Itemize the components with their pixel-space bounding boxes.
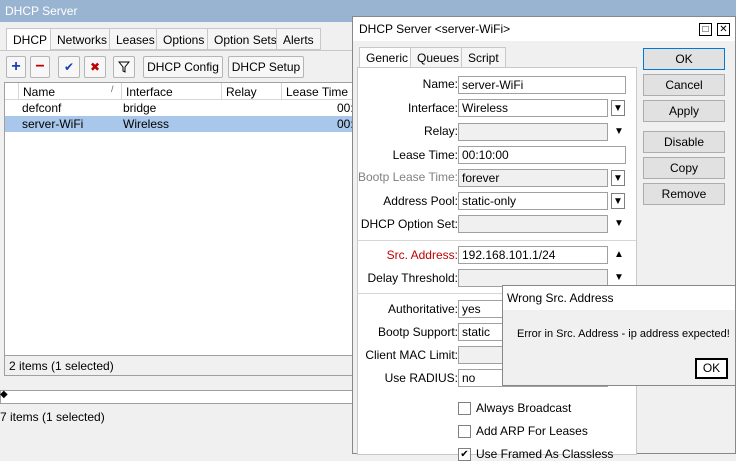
remove-button[interactable]: − (30, 56, 50, 78)
sort-indicator: / (111, 84, 114, 94)
interface-label: Interface: (407, 101, 458, 115)
bootp-lease-time-input[interactable]: forever (458, 169, 608, 187)
address-pool-label: Address Pool: (383, 194, 458, 208)
lease-time-input[interactable]: 00:10:00 (458, 146, 626, 164)
option-set-expand-icon[interactable]: ▼ (612, 216, 626, 232)
close-button[interactable]: ✕ (717, 23, 730, 36)
authoritative-label: Authoritative: (387, 302, 458, 316)
address-pool-select[interactable]: static-only (458, 192, 608, 210)
ok-button[interactable]: OK (643, 48, 725, 70)
window-title: DHCP Server <server-WiFi> (353, 17, 735, 41)
address-pool-dropdown-icon[interactable]: ▼ (611, 193, 625, 209)
bootp-lease-time-label: Bootp Lease Time: (357, 170, 458, 184)
bootp-lease-dropdown-icon[interactable]: ▼ (611, 170, 625, 186)
disable-button[interactable]: Disable (643, 131, 725, 153)
add-arp-checkbox[interactable] (458, 425, 471, 438)
delay-threshold-label: Delay Threshold: (367, 271, 459, 285)
interface-select[interactable]: Wireless (458, 99, 608, 117)
delay-threshold-expand-icon[interactable]: ▼ (612, 270, 626, 286)
interface-dropdown-icon[interactable]: ▼ (611, 100, 625, 116)
lease-time-label: Lease Time: (392, 148, 458, 162)
scroll-left-icon: ◆ (0, 389, 8, 400)
relay-input[interactable] (458, 123, 608, 141)
add-button[interactable]: + (6, 56, 26, 78)
server-edit-window: DHCP Server <server-WiFi> □ ✕ Generic Qu… (352, 16, 736, 461)
tab-queues[interactable]: Queues (410, 47, 467, 68)
column-interface[interactable]: Interface (122, 83, 222, 100)
error-dialog: Wrong Src. Address Error in Src. Address… (502, 285, 736, 386)
bootp-support-label: Bootp Support: (377, 325, 458, 339)
tab-alerts[interactable]: Alerts (276, 28, 321, 50)
remove-button[interactable]: Remove (643, 183, 725, 205)
copy-button[interactable]: Copy (643, 157, 725, 179)
generic-form: Name: server-WiFi Interface: Wireless ▼ … (357, 67, 637, 461)
separator (358, 240, 636, 241)
horizontal-scrollbar[interactable]: ◆ (0, 389, 355, 404)
relay-expand-icon[interactable]: ▼ (612, 124, 626, 140)
cross-icon: ✖ (89, 60, 101, 74)
name-label: Name: (422, 77, 458, 91)
status-bar: 2 items (1 selected) (5, 355, 357, 375)
name-input[interactable]: server-WiFi (458, 76, 626, 94)
option-set-label: DHCP Option Set: (360, 217, 458, 231)
framed-classless-label: Use Framed As Classless (476, 447, 614, 461)
relay-label: Relay: (423, 124, 458, 138)
table-row[interactable]: defconf bridge 00: (5, 100, 355, 116)
dialog-ok-button[interactable]: OK (695, 358, 728, 379)
tab-script[interactable]: Script (461, 47, 506, 68)
check-icon: ✔ (460, 449, 469, 460)
maximize-button[interactable]: □ (699, 23, 712, 36)
disable-button[interactable]: ✖ (84, 56, 106, 78)
src-address-collapse-icon[interactable]: ▲ (612, 247, 626, 263)
check-icon: ✔ (63, 60, 75, 74)
dialog-title: Wrong Src. Address (503, 286, 735, 310)
always-broadcast-checkbox[interactable] (458, 402, 471, 415)
framed-classless-checkbox[interactable]: ✔ (458, 448, 471, 461)
table-row[interactable]: server-WiFi Wireless 00: (5, 116, 355, 132)
status-bar-bottom: 7 items (1 selected) (0, 410, 105, 424)
maximize-icon: □ (702, 24, 709, 35)
src-address-input[interactable]: 192.168.101.1/24 (458, 246, 608, 264)
tab-leases[interactable]: Leases (109, 28, 162, 50)
always-broadcast-label: Always Broadcast (476, 401, 572, 415)
use-radius-label: Use RADIUS: (384, 371, 458, 385)
tab-option-sets[interactable]: Option Sets (207, 28, 284, 50)
src-address-label: Src. Address: (386, 248, 458, 262)
tab-dhcp[interactable]: DHCP (6, 28, 55, 51)
tab-generic[interactable]: Generic (359, 47, 416, 69)
dhcp-config-button[interactable]: DHCP Config (143, 56, 223, 78)
close-icon: ✕ (719, 24, 728, 35)
column-relay[interactable]: Relay (222, 83, 282, 100)
option-set-input[interactable] (458, 215, 608, 233)
column-name[interactable]: Name / (19, 83, 122, 100)
dhcp-setup-button[interactable]: DHCP Setup (228, 56, 304, 78)
column-spacer (5, 83, 19, 100)
client-mac-limit-label: Client MAC Limit: (365, 348, 458, 362)
plus-icon: + (11, 58, 21, 75)
filter-button[interactable] (113, 56, 135, 78)
tabs-divider (0, 50, 360, 51)
server-list: Name / Interface Relay Lease Time defconf… (4, 82, 357, 376)
error-message: Error in Src. Address - ip address expec… (517, 328, 730, 340)
tab-networks[interactable]: Networks (50, 28, 115, 50)
apply-button[interactable]: Apply (643, 100, 725, 122)
add-arp-label: Add ARP For Leases (476, 424, 588, 438)
tab-options[interactable]: Options (156, 28, 212, 50)
enable-button[interactable]: ✔ (58, 56, 80, 78)
minus-icon: − (35, 58, 45, 75)
filter-icon (118, 61, 130, 73)
cancel-button[interactable]: Cancel (643, 74, 725, 96)
